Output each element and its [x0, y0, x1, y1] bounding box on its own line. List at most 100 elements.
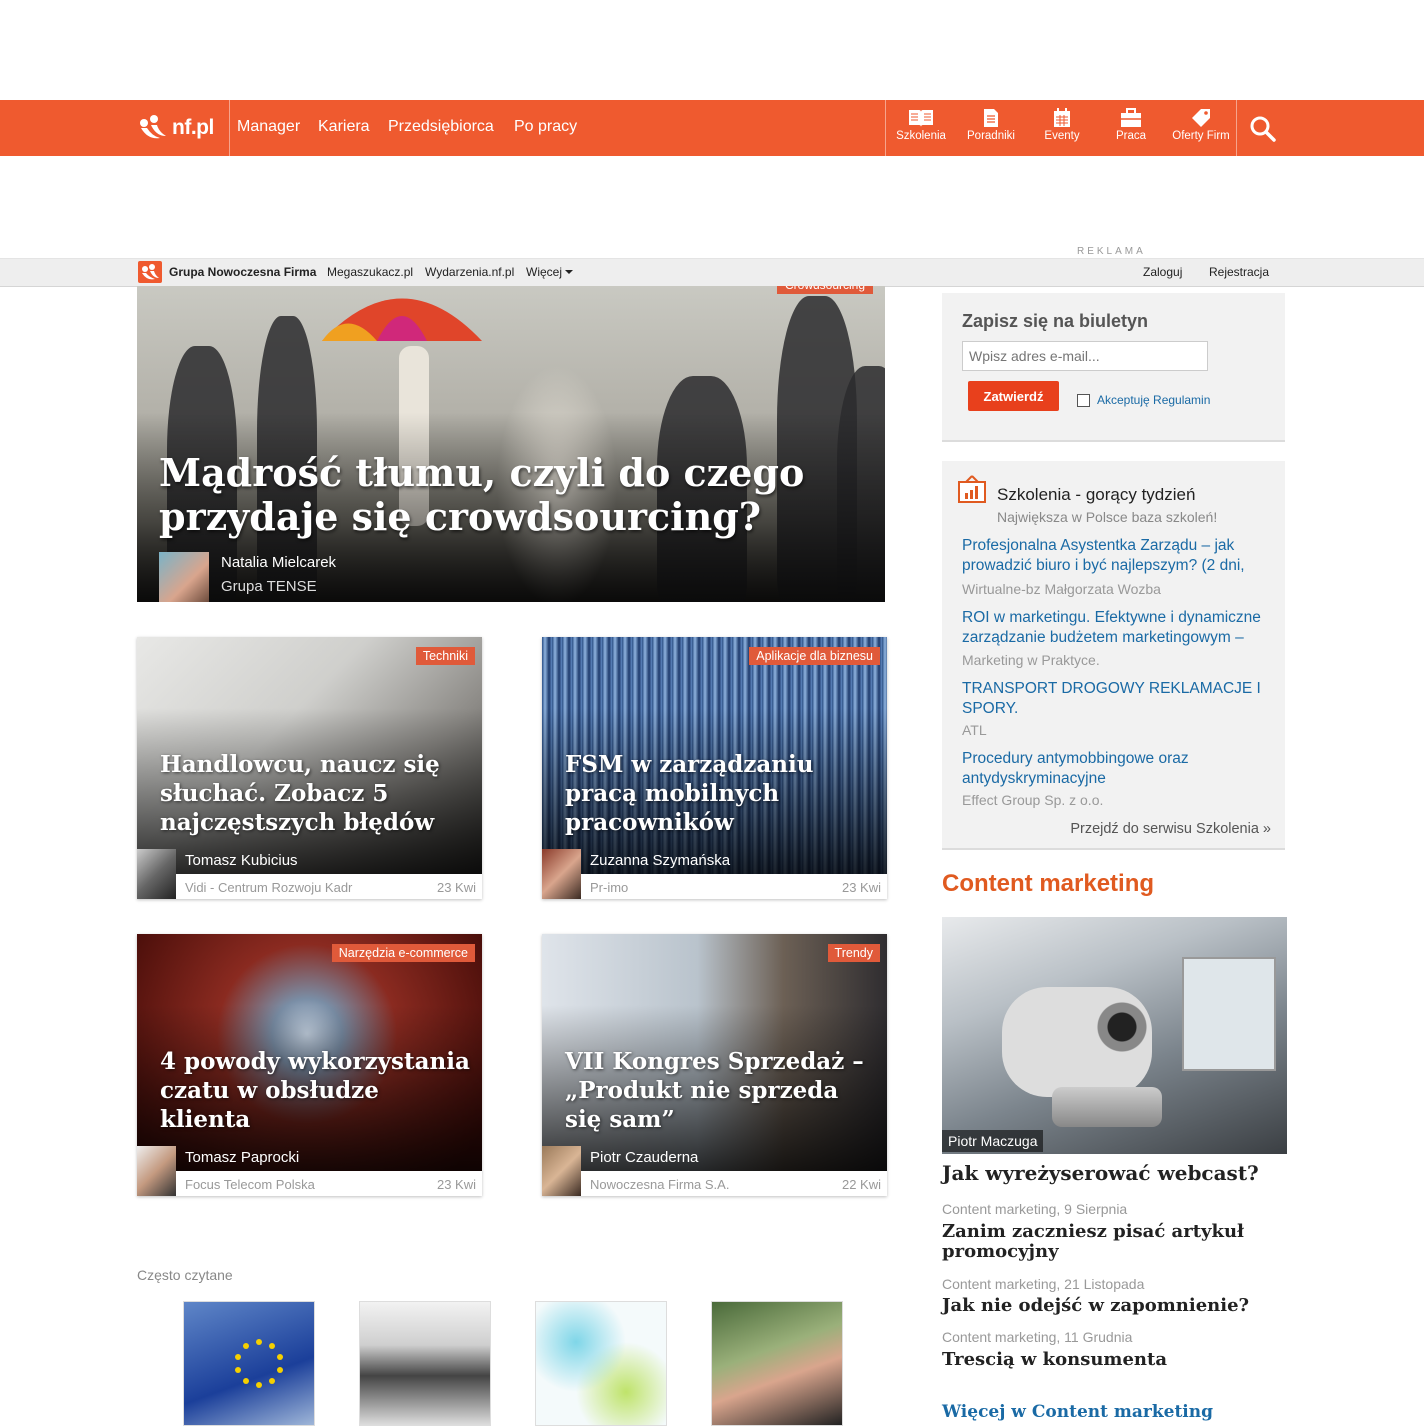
- article-card[interactable]: Trendy VII Kongres Sprzedaż – „Produkt n…: [542, 934, 887, 1196]
- tag-icon: [1192, 109, 1210, 127]
- more-label: Więcej: [526, 265, 563, 279]
- category-tag[interactable]: Crowdsourcing: [777, 286, 874, 294]
- service-label: Eventy: [1044, 130, 1080, 142]
- article-title[interactable]: Jak nie odejść w zapomnienie?: [942, 1296, 1282, 1316]
- nav-link-przedsiebiorca[interactable]: Przedsiębiorca: [388, 118, 494, 136]
- trainings-more-link[interactable]: Przejdź do serwisu Szkolenia »: [1070, 821, 1271, 837]
- training-organizer: Effect Group Sp. z o.o.: [962, 792, 1104, 808]
- author-name[interactable]: Zuzanna Szymańska: [590, 852, 730, 869]
- article-date: 23 Kwi: [841, 880, 881, 895]
- often-read-heading: Często czytane: [137, 1267, 233, 1283]
- category-tag[interactable]: Narzędzia e-commerce: [331, 944, 475, 962]
- category-tag[interactable]: Aplikacje dla biznesu: [749, 647, 880, 665]
- article-meta: Content marketing, 21 Listopada: [942, 1276, 1145, 1292]
- group-bar: Grupa Nowoczesna Firma Megaszukacz.pl Wy…: [0, 258, 1424, 287]
- often-read-thumbnail[interactable]: [359, 1301, 491, 1426]
- ad-label: REKLAMA: [1077, 246, 1146, 257]
- hero-article[interactable]: Crowdsourcing Mądrość tłumu, czyli do cz…: [137, 286, 885, 602]
- service-link-poradniki[interactable]: Poradniki: [956, 100, 1026, 156]
- service-label: Praca: [1115, 130, 1147, 142]
- nav-divider: [1236, 100, 1237, 156]
- author-avatar: [542, 1146, 581, 1196]
- nav-link-manager[interactable]: Manager: [237, 118, 300, 136]
- author-avatar: [137, 1146, 176, 1196]
- nav-link-po-pracy[interactable]: Po pracy: [514, 118, 577, 136]
- article-title[interactable]: 4 powody wykorzystania czatu w obsłudze …: [160, 1047, 470, 1134]
- email-input[interactable]: [962, 341, 1208, 371]
- often-read-thumbnail[interactable]: [535, 1301, 667, 1426]
- author-company: Grupa TENSE: [221, 578, 317, 595]
- featured-article-title[interactable]: Jak wyreżyserować webcast?: [942, 1163, 1282, 1183]
- service-link-praca[interactable]: Praca: [1096, 100, 1166, 156]
- training-link[interactable]: ROI w marketingu. Efektywne i dynamiczne…: [962, 608, 1272, 648]
- nav-divider: [229, 100, 230, 156]
- document-icon: [984, 109, 998, 127]
- login-link[interactable]: Zaloguj: [1143, 265, 1182, 279]
- author-name[interactable]: Piotr Czauderna: [590, 1149, 698, 1166]
- chart-board-icon: [958, 475, 986, 503]
- group-link-wiecej[interactable]: Więcej: [526, 265, 574, 279]
- calendar-icon: [1054, 108, 1070, 127]
- service-link-oferty-firm[interactable]: Oferty Firm: [1166, 100, 1236, 156]
- training-link[interactable]: Profesjonalna Asystentka Zarządu – jak p…: [962, 536, 1272, 576]
- logo-text: nf.pl: [172, 116, 214, 139]
- image-author: Piotr Maczuga: [942, 1130, 1044, 1152]
- briefcase-icon: [1121, 108, 1141, 127]
- service-link-eventy[interactable]: Eventy: [1027, 100, 1097, 156]
- author-company: Pr-imo: [590, 880, 629, 895]
- author-company: Vidi - Centrum Rozwoju Kadr: [185, 880, 353, 895]
- content-marketing-image[interactable]: [942, 917, 1287, 1154]
- article-title[interactable]: Zanim zaczniesz pisać artykuł promocyjny: [942, 1222, 1282, 1262]
- training-organizer: Marketing w Praktyce.: [962, 652, 1100, 668]
- category-tag[interactable]: Techniki: [415, 647, 475, 665]
- training-link[interactable]: TRANSPORT DROGOWY REKLAMACJE I SPORY.: [962, 679, 1272, 719]
- hero-title[interactable]: Mądrość tłumu, czyli do czego przydaje s…: [159, 451, 859, 539]
- often-read-thumbnail[interactable]: [183, 1301, 315, 1426]
- site-logo[interactable]: nf.pl: [138, 113, 214, 143]
- article-card[interactable]: Aplikacje dla biznesu FSM w zarządzaniu …: [542, 637, 887, 899]
- article-title[interactable]: Trescią w konsumenta: [942, 1350, 1282, 1370]
- group-name[interactable]: Grupa Nowoczesna Firma: [169, 265, 316, 279]
- group-logo-icon[interactable]: [138, 261, 162, 283]
- nf-logo-icon: [140, 115, 166, 139]
- trainings-subtitle: Największa w Polsce baza szkoleń!: [997, 509, 1218, 525]
- article-title[interactable]: FSM w zarządzaniu pracą mobilnych pracow…: [565, 750, 875, 837]
- category-tag[interactable]: Trendy: [827, 944, 880, 962]
- service-label: Poradniki: [967, 130, 1015, 142]
- training-link[interactable]: Procedury antymobbingowe oraz antydyskry…: [962, 749, 1272, 789]
- accept-terms-link[interactable]: Akceptuję Regulamin: [1097, 393, 1210, 407]
- nav-link-kariera[interactable]: Kariera: [318, 118, 370, 136]
- author-avatar: [159, 552, 209, 602]
- register-link[interactable]: Rejestracja: [1209, 265, 1269, 279]
- content-marketing-more-link[interactable]: Więcej w Content marketing: [942, 1402, 1213, 1422]
- group-link-wydarzenia[interactable]: Wydarzenia.nf.pl: [425, 265, 514, 279]
- submit-button[interactable]: Zatwierdź: [968, 381, 1059, 411]
- accept-terms-checkbox[interactable]: [1077, 394, 1090, 407]
- author-avatar: [542, 849, 581, 899]
- article-meta: Content marketing, 11 Grudnia: [942, 1329, 1133, 1345]
- webcam-shape: [1002, 987, 1152, 1097]
- service-link-szkolenia[interactable]: Szkolenia: [886, 100, 956, 156]
- author-name[interactable]: Tomasz Kubicius: [185, 852, 298, 869]
- monitor-shape: [1182, 957, 1276, 1071]
- article-title[interactable]: VII Kongres Sprzedaż – „Produkt nie sprz…: [565, 1047, 875, 1134]
- article-date: 23 Kwi: [436, 880, 476, 895]
- article-meta: Content marketing, 9 Sierpnia: [942, 1201, 1128, 1217]
- eu-flag-icon: [235, 1339, 283, 1388]
- article-date: 22 Kwi: [841, 1177, 881, 1192]
- author-avatar: [137, 849, 176, 899]
- often-read-thumbnail[interactable]: [711, 1301, 843, 1426]
- group-link-megaszukacz[interactable]: Megaszukacz.pl: [327, 265, 413, 279]
- newsletter-box: Zapisz się na biuletyn Zatwierdź Akceptu…: [942, 293, 1285, 442]
- search-icon[interactable]: [1249, 115, 1277, 148]
- author-name[interactable]: Tomasz Paprocki: [185, 1149, 299, 1166]
- service-label: Szkolenia: [896, 130, 946, 142]
- article-title[interactable]: Handlowcu, naucz się słuchać. Zobacz 5 n…: [160, 750, 470, 837]
- author-company: Focus Telecom Polska: [185, 1177, 315, 1192]
- section-heading[interactable]: Content marketing: [942, 870, 1154, 898]
- article-card[interactable]: Techniki Handlowcu, naucz się słuchać. Z…: [137, 637, 482, 899]
- article-card[interactable]: Narzędzia e-commerce 4 powody wykorzysta…: [137, 934, 482, 1196]
- author-name[interactable]: Natalia Mielcarek: [221, 554, 336, 571]
- article-date: 23 Kwi: [436, 1177, 476, 1192]
- webcam-base: [1052, 1087, 1162, 1127]
